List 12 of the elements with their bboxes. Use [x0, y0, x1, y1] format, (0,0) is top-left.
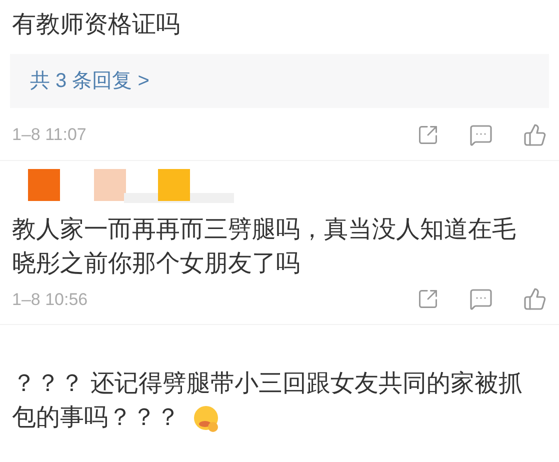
comment-time: 1–8 10:56: [12, 288, 88, 310]
comment-time: 1–8 11:07: [12, 124, 86, 146]
like-icon[interactable]: [523, 287, 547, 312]
view-replies-link[interactable]: 共 3 条回复 >: [30, 66, 150, 96]
like-icon[interactable]: [523, 122, 547, 147]
comment-icon[interactable]: [469, 122, 493, 147]
share-icon[interactable]: [417, 124, 439, 146]
comment-text: 有教师资格证吗: [11, 10, 181, 40]
comment-text: 教人家一而再再而三劈腿吗，真当没人知道在毛 晓彤之前你那个女朋友了吗: [11, 214, 517, 278]
comment-icon[interactable]: [469, 287, 493, 312]
comment-text: ？？？ 还记得劈腿带小三回跟女友共同的家被抓 包的事吗？？？: [11, 369, 524, 435]
share-icon[interactable]: [417, 288, 439, 310]
